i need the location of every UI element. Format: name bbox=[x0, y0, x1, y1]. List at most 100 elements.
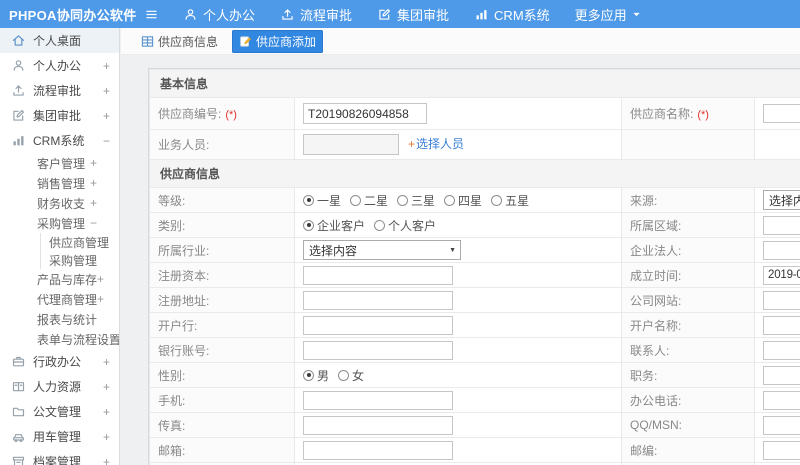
qq-msn-label: QQ/MSN: bbox=[621, 412, 755, 438]
industry-label: 所属行业: bbox=[149, 237, 295, 263]
level-radio-2[interactable]: 三星 bbox=[397, 192, 435, 209]
sidebar-subitem-agent-mgmt[interactable]: 代理商管理 + bbox=[0, 289, 119, 309]
tab-supplier-info[interactable]: 供应商信息 bbox=[134, 30, 225, 53]
zipcode-input[interactable] bbox=[763, 440, 800, 460]
level-radio-4[interactable]: 五星 bbox=[491, 192, 529, 209]
category-radio-1[interactable]: 个人客户 bbox=[374, 217, 436, 234]
contact-person-input[interactable] bbox=[763, 340, 800, 360]
sidebar-item-label: 集团审批 bbox=[33, 109, 82, 123]
chart-icon bbox=[474, 7, 489, 22]
form-row: 所属行业: 选择内容 ▼ 企业法人: bbox=[149, 237, 800, 263]
mobile-input[interactable] bbox=[303, 390, 453, 410]
expand-toggle-icon[interactable]: + bbox=[90, 176, 97, 190]
registered-address-field bbox=[294, 287, 622, 313]
registered-capital-input[interactable] bbox=[303, 265, 453, 285]
menu-toggle-button[interactable] bbox=[144, 7, 159, 22]
sidebar-subitem-form-workflow-settings[interactable]: 表单与流程设置+ bbox=[0, 329, 119, 349]
office-phone-input[interactable] bbox=[763, 390, 800, 410]
gender-radio-1[interactable]: 女 bbox=[338, 367, 364, 384]
expand-toggle-icon[interactable]: + bbox=[103, 84, 110, 98]
qq-msn-field bbox=[754, 412, 800, 438]
expand-toggle-icon[interactable]: + bbox=[90, 196, 97, 210]
radio-label: 企业客户 bbox=[317, 218, 366, 233]
sidebar-item-vehicle-mgmt[interactable]: 用车管理 + bbox=[0, 424, 119, 449]
radio-label: 女 bbox=[352, 368, 365, 383]
sidebar-subitem-customer-mgmt[interactable]: 客户管理 + bbox=[0, 153, 119, 173]
region-input[interactable] bbox=[763, 215, 800, 235]
expand-toggle-icon[interactable]: + bbox=[103, 109, 110, 123]
qq-msn-input[interactable] bbox=[763, 415, 800, 435]
field-label-text: 联系人: bbox=[630, 343, 670, 358]
level-radio-1[interactable]: 二星 bbox=[350, 192, 388, 209]
contact-person-label: 联系人: bbox=[621, 337, 755, 363]
sidebar-subsubitem-purchase-mgmt-sub[interactable]: 采购管理 bbox=[41, 251, 119, 269]
topnav-label-personal-office: 个人办公 bbox=[203, 7, 256, 23]
sidebar-subitem-product-inventory[interactable]: 产品与库存 + bbox=[0, 269, 119, 289]
company-website-input[interactable] bbox=[763, 290, 800, 310]
fax-input[interactable] bbox=[303, 415, 453, 435]
staff-input[interactable] bbox=[303, 134, 399, 155]
topnav-item-group-approval[interactable]: 集团审批 bbox=[377, 5, 449, 24]
required-marker: (*) bbox=[225, 109, 237, 121]
sidebar-item-admin-office[interactable]: 行政办公 + bbox=[0, 349, 119, 374]
category-radio-0[interactable]: 企业客户 bbox=[303, 217, 365, 234]
expand-toggle-icon[interactable]: + bbox=[103, 59, 110, 73]
tab-supplier-add[interactable]: 供应商添加 bbox=[232, 29, 324, 53]
source-select[interactable]: 选择内容▼ bbox=[763, 190, 800, 210]
expand-toggle-icon[interactable]: + bbox=[97, 272, 104, 286]
home-icon bbox=[11, 33, 26, 48]
sidebar-item-document-mgmt[interactable]: 公文管理 + bbox=[0, 399, 119, 424]
level-radio-3[interactable]: 四星 bbox=[444, 192, 482, 209]
expand-toggle-icon[interactable]: + bbox=[103, 355, 110, 369]
topnav-item-workflow-approval[interactable]: 流程审批 bbox=[280, 5, 352, 24]
radio-label: 五星 bbox=[505, 193, 530, 208]
email-input[interactable] bbox=[303, 440, 453, 460]
sidebar-item-personal-office[interactable]: 个人办公 + bbox=[0, 53, 119, 78]
field-label-text: 供应商编号: bbox=[158, 107, 222, 121]
main-content: 供应商信息供应商添加 基本信息供应商编号:(*)供应商名称:(*)业务人员:+选… bbox=[121, 28, 800, 465]
gender-radio-0[interactable]: 男 bbox=[303, 367, 329, 384]
sidebar-item-hr[interactable]: 人力资源 + bbox=[0, 374, 119, 399]
expand-toggle-icon[interactable]: − bbox=[90, 216, 97, 230]
topnav-item-crm-system[interactable]: CRM系统 bbox=[474, 5, 550, 24]
sidebar-item-personal-desktop[interactable]: 个人桌面 bbox=[0, 28, 119, 53]
sidebar-subitem-sales-mgmt[interactable]: 销售管理 + bbox=[0, 173, 119, 193]
position-input[interactable] bbox=[763, 365, 800, 385]
sidebar-subsubitem-supplier-mgmt[interactable]: 供应商管理 bbox=[41, 233, 119, 251]
expand-toggle-icon[interactable]: + bbox=[103, 405, 110, 419]
radio-label: 四星 bbox=[458, 193, 483, 208]
founded-date-input[interactable] bbox=[763, 265, 800, 285]
expand-toggle-icon[interactable]: + bbox=[90, 156, 97, 170]
sidebar-item-crm-system[interactable]: CRM系统 − bbox=[0, 128, 119, 153]
field-label-text: 开户名称: bbox=[630, 318, 682, 333]
expand-toggle-icon[interactable]: − bbox=[103, 134, 110, 148]
supplier-name-input[interactable] bbox=[763, 104, 800, 123]
level-radio-0[interactable]: 一星 bbox=[303, 192, 341, 209]
expand-toggle-icon[interactable]: + bbox=[103, 430, 110, 444]
edit-icon bbox=[11, 108, 26, 123]
topnav-item-more-apps[interactable]: 更多应用 bbox=[575, 5, 641, 24]
registered-address-input[interactable] bbox=[303, 290, 453, 310]
sidebar-subitem-reports-stats[interactable]: 报表与统计 bbox=[0, 309, 119, 329]
expand-toggle-icon[interactable]: + bbox=[97, 292, 104, 306]
topnav-item-personal-office[interactable]: 个人办公 bbox=[183, 5, 255, 24]
supplier-code-input[interactable] bbox=[303, 103, 427, 124]
select-staff-link[interactable]: 选择人员 bbox=[416, 137, 464, 151]
sidebar-item-archive-mgmt[interactable]: 档案管理 + bbox=[0, 449, 119, 465]
sidebar-subitem-purchase-mgmt[interactable]: 采购管理 − bbox=[0, 213, 119, 233]
expand-toggle-icon[interactable]: + bbox=[103, 455, 110, 465]
approval-icon bbox=[11, 83, 26, 98]
level-field: 一星 二星 三星 四星 五星 bbox=[294, 187, 622, 213]
topnav-label-group-approval: 集团审批 bbox=[397, 7, 450, 23]
form-row: 邮箱: 邮编: bbox=[149, 437, 800, 463]
sidebar-item-group-approval[interactable]: 集团审批 + bbox=[0, 103, 119, 128]
legal-person-input[interactable] bbox=[763, 240, 800, 260]
sidebar-item-workflow-approval[interactable]: 流程审批 + bbox=[0, 78, 119, 103]
bank-branch-input[interactable] bbox=[303, 315, 453, 335]
expand-toggle-icon[interactable]: + bbox=[103, 380, 110, 394]
bank-account-input[interactable] bbox=[303, 340, 453, 360]
industry-select[interactable]: 选择内容 ▼ bbox=[303, 240, 461, 260]
sidebar-subitem-finance-inout[interactable]: 财务收支 + bbox=[0, 193, 119, 213]
account-name-input[interactable] bbox=[763, 315, 800, 335]
field-label-text: 职务: bbox=[630, 368, 658, 383]
